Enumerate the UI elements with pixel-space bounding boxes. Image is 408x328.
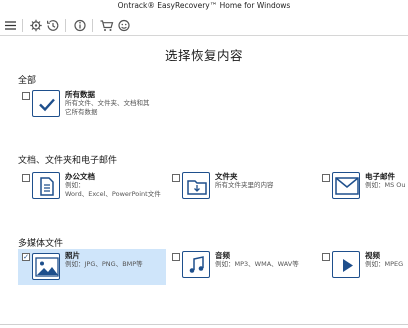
checkbox[interactable] xyxy=(22,92,30,100)
option-description: 例如：MP3、WMA、WAV等 xyxy=(215,260,299,268)
section-title-documents: 文档、文件夹和电子邮件 xyxy=(18,156,118,166)
checkbox-checked[interactable]: ✓ xyxy=(22,253,30,261)
envelope-icon xyxy=(332,172,360,199)
option-all-data[interactable]: 所有数据 所有文件、文件夹、文档和其 它所有数据 xyxy=(18,88,168,124)
folder-icon xyxy=(182,172,210,199)
checkbox[interactable] xyxy=(172,174,180,182)
section-title-all: 全部 xyxy=(18,76,37,86)
title-bar: Ontrack® EasyRecovery™ Home for Windows xyxy=(0,0,408,16)
footer-divider xyxy=(0,324,408,325)
checkbox[interactable] xyxy=(322,253,330,261)
gear-icon[interactable] xyxy=(28,18,44,33)
section-title-media: 多媒体文件 xyxy=(18,239,64,249)
photo-icon xyxy=(32,253,60,280)
checkmark-icon xyxy=(32,90,60,117)
page-title: 选择恢复内容 xyxy=(164,48,243,63)
option-video[interactable]: 视频 例如：MPEG xyxy=(318,249,408,285)
toolbar-divider xyxy=(65,19,66,32)
toolbar-divider xyxy=(22,19,23,32)
option-folders[interactable]: 文件夹 所有文件夹里的内容 xyxy=(168,170,318,206)
option-office-documents[interactable]: 办公文档 例如： Word、Excel、PowerPoint文件 xyxy=(18,170,168,206)
option-description: 所有文件、文件夹、文档和其 它所有数据 xyxy=(65,99,150,116)
hamburger-menu-icon[interactable] xyxy=(3,18,19,33)
option-audio[interactable]: 音频 例如：MP3、WMA、WAV等 xyxy=(168,249,318,285)
option-photos[interactable]: ✓ 照片 例如：JPG、PNG、BMP等 xyxy=(18,249,166,285)
history-icon[interactable] xyxy=(45,18,61,33)
option-description: 例如：JPG、PNG、BMP等 xyxy=(65,260,143,268)
option-description: 例如：MS Ou xyxy=(365,181,406,189)
option-email[interactable]: 电子邮件 例如：MS Ou xyxy=(318,170,408,206)
music-note-icon xyxy=(182,251,210,278)
support-face-icon[interactable] xyxy=(116,18,132,33)
document-icon xyxy=(32,172,60,199)
cart-icon[interactable] xyxy=(99,18,115,33)
checkbox[interactable] xyxy=(22,174,30,182)
play-icon xyxy=(332,251,360,278)
info-icon[interactable] xyxy=(72,18,88,33)
app-title: Ontrack® EasyRecovery™ Home for Windows xyxy=(117,1,291,10)
option-description: 例如：MPEG xyxy=(365,260,404,268)
option-description: 例如： Word、Excel、PowerPoint文件 xyxy=(65,181,161,198)
checkbox[interactable] xyxy=(322,174,330,182)
toolbar xyxy=(0,16,408,36)
option-description: 所有文件夹里的内容 xyxy=(215,181,274,189)
checkbox[interactable] xyxy=(172,253,180,261)
toolbar-divider xyxy=(92,19,93,32)
